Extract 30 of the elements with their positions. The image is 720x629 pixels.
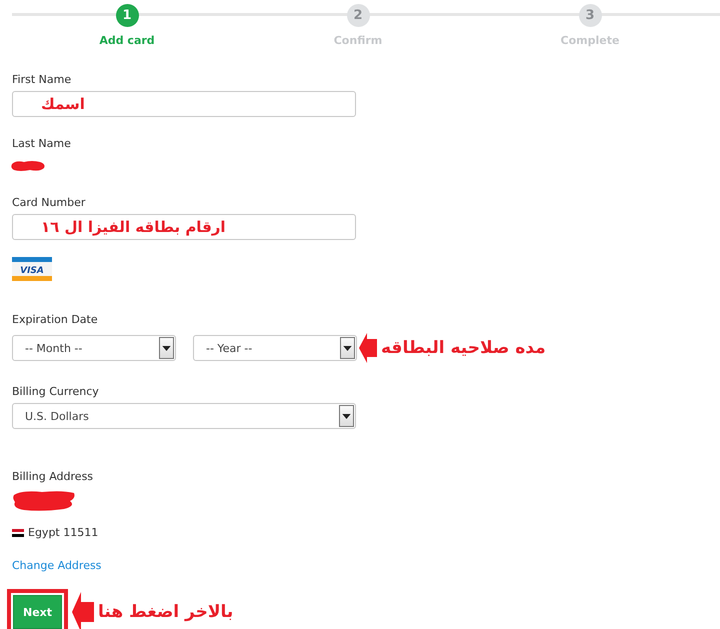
change-address-link[interactable]: Change Address xyxy=(12,559,102,572)
step-number: 1 xyxy=(116,4,138,27)
step-number: 2 xyxy=(346,4,370,27)
caret-icon xyxy=(159,337,174,359)
first-name-field[interactable]: اسمك xyxy=(12,91,356,117)
redaction-mark xyxy=(12,490,76,512)
caret-icon xyxy=(340,337,355,359)
field-label: Last Name xyxy=(12,137,71,150)
caret-icon xyxy=(339,405,354,427)
step-label: Confirm xyxy=(334,34,382,47)
currency-select[interactable]: U.S. Dollars xyxy=(12,403,356,429)
annotation-text: مده صلاحيه البطاقه xyxy=(381,338,546,358)
field-label: Expiration Date xyxy=(12,313,98,326)
month-select[interactable]: -- Month -- xyxy=(12,335,176,361)
address-text: Egypt 11511 xyxy=(28,526,98,539)
next-button[interactable]: Next xyxy=(13,595,62,629)
flag-icon xyxy=(12,528,24,536)
annotation-text: بالاخر اضغط هنا xyxy=(98,602,234,622)
year-select[interactable]: -- Year -- xyxy=(193,335,357,361)
step-label: Complete xyxy=(560,34,620,47)
arrow-icon xyxy=(359,331,377,365)
arrow-icon xyxy=(72,590,94,629)
field-label: First Name xyxy=(12,73,72,86)
field-label: Billing Currency xyxy=(12,385,99,398)
field-label: Billing Address xyxy=(12,470,94,483)
card-number-field[interactable]: ارقام بطاقه الفيزا ال ١٦ xyxy=(12,214,356,240)
redaction-mark xyxy=(10,160,46,172)
step-label: Add card xyxy=(99,34,155,47)
step-number: 3 xyxy=(578,4,602,27)
field-label: Card Number xyxy=(12,196,86,209)
